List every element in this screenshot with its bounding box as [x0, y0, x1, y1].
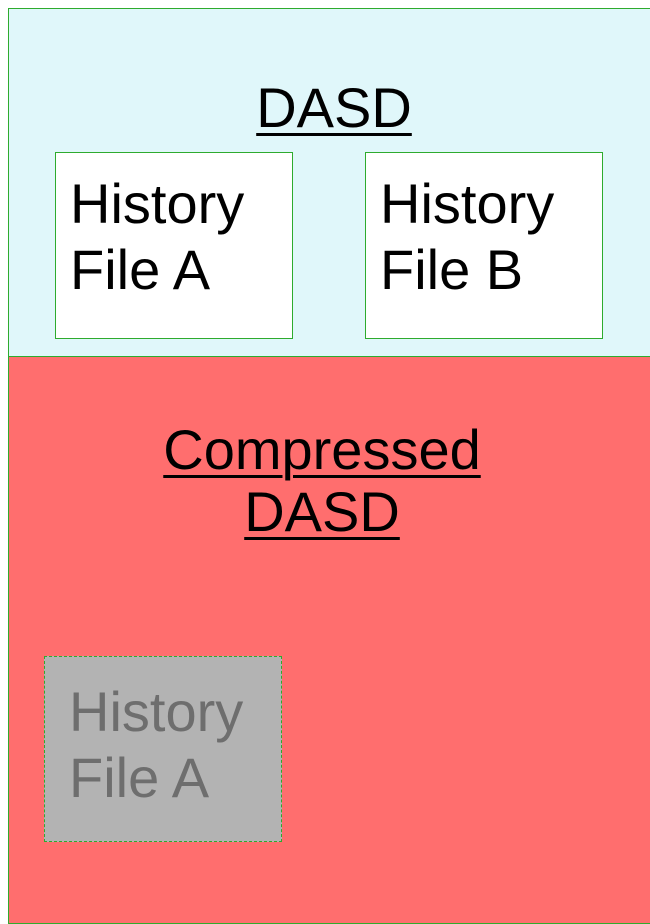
history-file-a-line2: File A: [70, 238, 211, 301]
compressed-history-file-a-box: History File A: [44, 656, 282, 842]
history-file-a-box: History File A: [55, 152, 293, 339]
history-file-b-line2: File B: [380, 238, 524, 301]
compressed-history-file-a-line1: History: [69, 680, 244, 743]
compressed-dasd-title: Compressed DASD: [0, 419, 647, 543]
history-file-b-box: History File B: [365, 152, 603, 339]
dasd-title: DASD: [256, 76, 412, 139]
compressed-title-line1: Compressed: [163, 418, 481, 481]
compressed-history-file-a-line2: File A: [69, 746, 210, 809]
compressed-title-line2: DASD: [244, 480, 400, 543]
history-file-b-line1: History: [380, 172, 555, 235]
history-file-a-line1: History: [70, 172, 245, 235]
